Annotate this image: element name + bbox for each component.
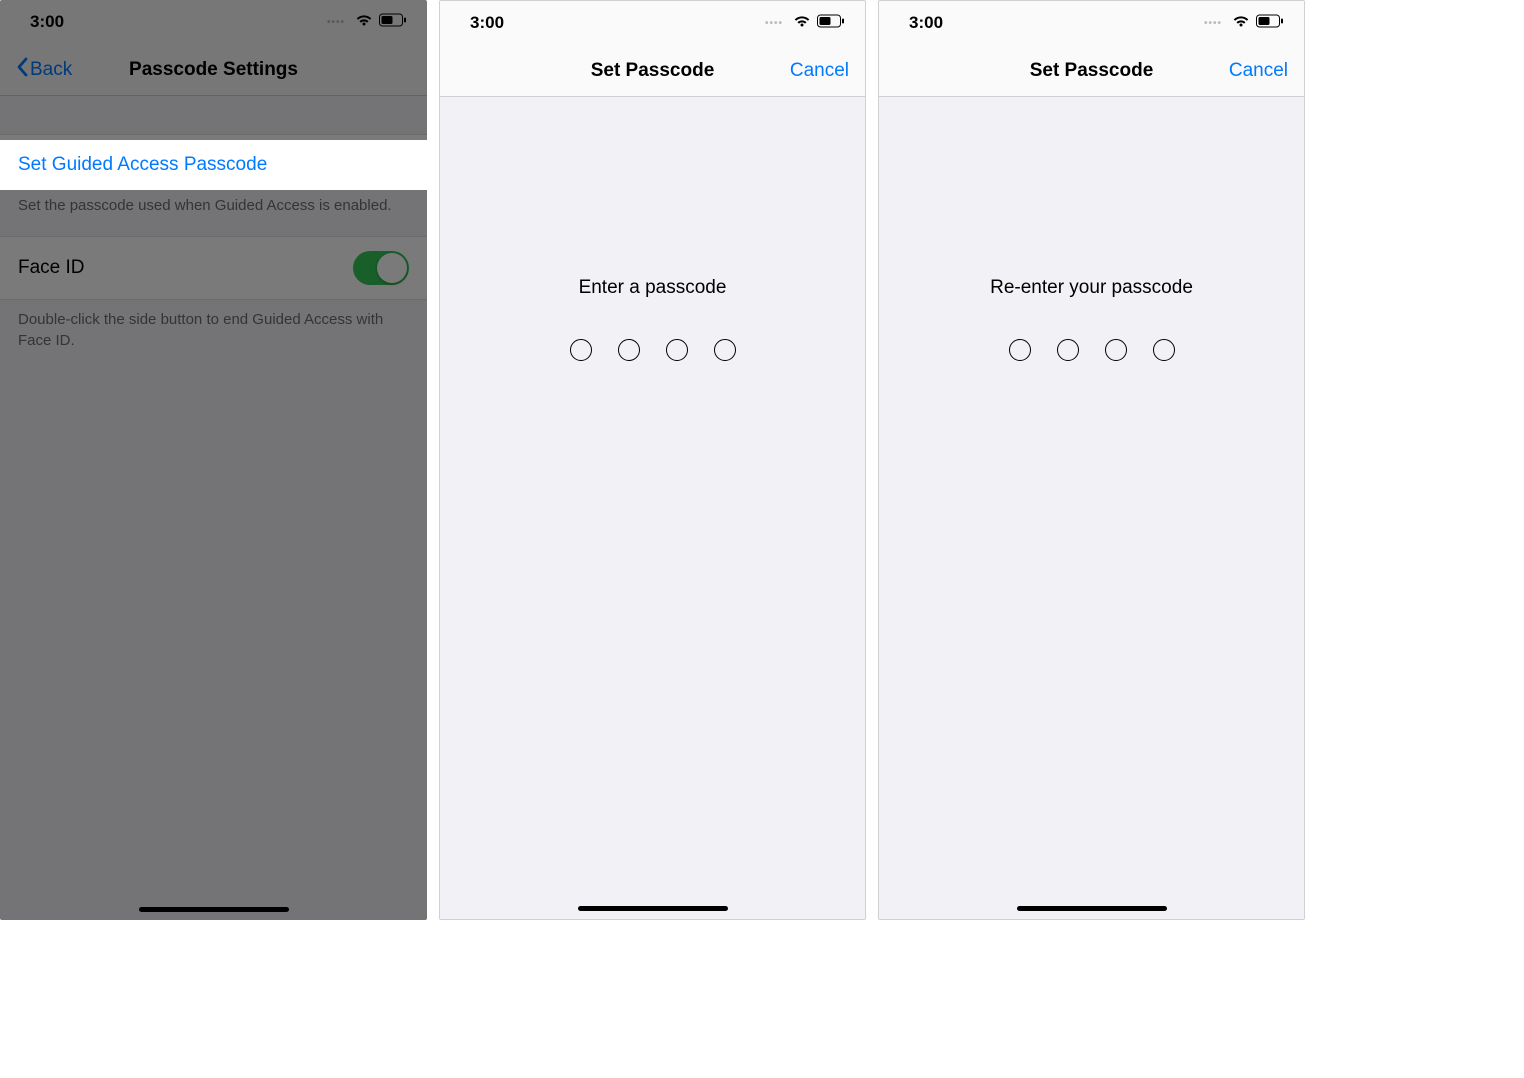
- home-indicator[interactable]: [578, 906, 728, 911]
- battery-icon: [379, 12, 407, 32]
- passcode-footer: Set the passcode used when Guided Access…: [0, 186, 427, 236]
- cancel-button[interactable]: Cancel: [1208, 60, 1288, 82]
- status-bar: 3:00 ••••: [440, 1, 865, 45]
- set-guided-access-passcode-row-highlight[interactable]: Set Guided Access Passcode: [0, 140, 427, 190]
- page-title: Passcode Settings: [129, 59, 298, 81]
- pin-dot: [1105, 339, 1127, 361]
- status-bar: 3:00 ••••: [879, 1, 1304, 45]
- content-area: Enter a passcode: [440, 97, 865, 919]
- status-time: 3:00: [30, 12, 64, 32]
- wifi-icon: [1232, 13, 1250, 33]
- row-label: Set Guided Access Passcode: [18, 154, 267, 176]
- nav-bar: Set Passcode Cancel: [440, 45, 865, 97]
- content-area: Set Guided Access Passcode Set the passc…: [0, 96, 427, 920]
- pin-dot: [618, 339, 640, 361]
- home-indicator[interactable]: [1017, 906, 1167, 911]
- phone-screen-2: 3:00 •••• Set Passcode Cancel Enter a pa…: [439, 0, 866, 920]
- cancel-button[interactable]: Cancel: [769, 60, 849, 82]
- cellular-dots-icon: ••••: [327, 17, 345, 28]
- home-indicator[interactable]: [139, 907, 289, 912]
- pin-dot: [570, 339, 592, 361]
- wifi-icon: [355, 12, 373, 32]
- passcode-dots[interactable]: [879, 339, 1304, 361]
- face-id-toggle[interactable]: [353, 251, 409, 285]
- phone-screen-1: 3:00 •••• Back Passcode Settings Set Gui…: [0, 0, 427, 920]
- pin-dot: [714, 339, 736, 361]
- passcode-prompt: Enter a passcode: [440, 277, 865, 299]
- cellular-dots-icon: ••••: [1204, 18, 1222, 29]
- faceid-footer: Double-click the side button to end Guid…: [0, 300, 427, 371]
- face-id-row[interactable]: Face ID: [0, 236, 427, 300]
- pin-dot: [1153, 339, 1175, 361]
- chevron-left-icon: [16, 57, 28, 83]
- back-label: Back: [30, 59, 72, 81]
- status-time: 3:00: [909, 13, 943, 33]
- toggle-knob: [377, 253, 407, 283]
- status-time: 3:00: [470, 13, 504, 33]
- phone-screen-3: 3:00 •••• Set Passcode Cancel Re-enter y…: [878, 0, 1305, 920]
- pin-dot: [666, 339, 688, 361]
- nav-bar: Back Passcode Settings: [0, 44, 427, 96]
- page-title: Set Passcode: [1030, 60, 1154, 82]
- cellular-dots-icon: ••••: [765, 18, 783, 29]
- battery-icon: [1256, 13, 1284, 33]
- pin-dot: [1009, 339, 1031, 361]
- page-title: Set Passcode: [591, 60, 715, 82]
- wifi-icon: [793, 13, 811, 33]
- status-bar: 3:00 ••••: [0, 0, 427, 44]
- passcode-prompt: Re-enter your passcode: [879, 277, 1304, 299]
- pin-dot: [1057, 339, 1079, 361]
- battery-icon: [817, 13, 845, 33]
- passcode-dots[interactable]: [440, 339, 865, 361]
- back-button[interactable]: Back: [16, 57, 96, 83]
- nav-bar: Set Passcode Cancel: [879, 45, 1304, 97]
- content-area: Re-enter your passcode: [879, 97, 1304, 919]
- row-label: Face ID: [18, 257, 85, 279]
